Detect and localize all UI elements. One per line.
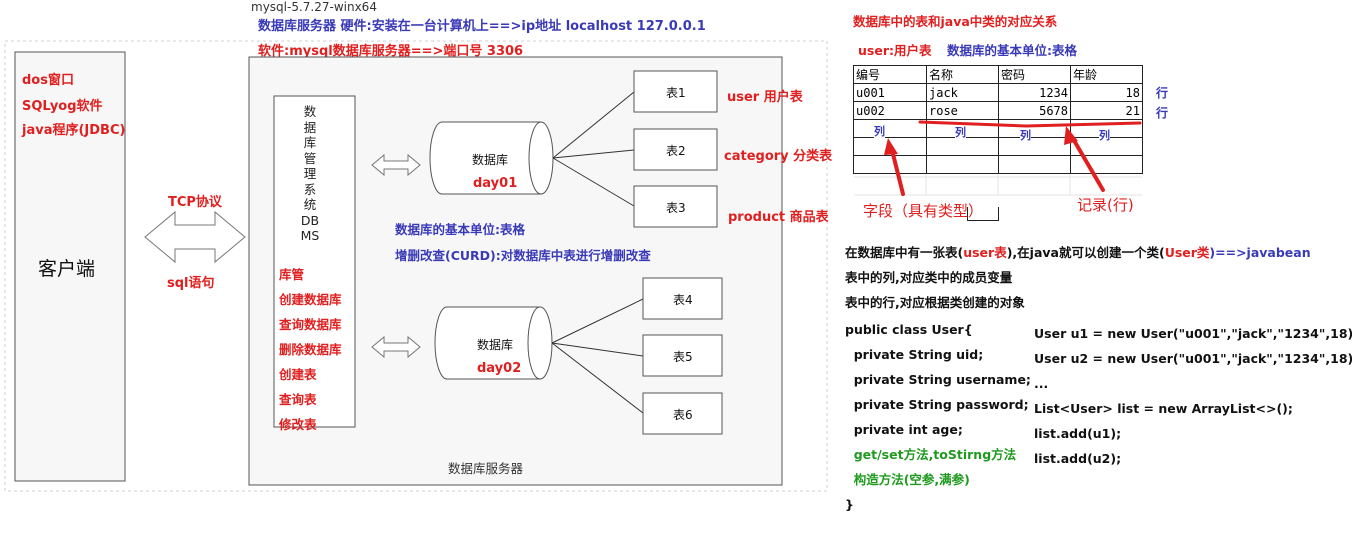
- dbms-char: 据: [303, 119, 317, 135]
- dbms-char: MS: [300, 228, 320, 243]
- text-segment: 在数据库中有一张表(: [845, 245, 964, 260]
- code-line: List<User> list = new ArrayList<>();: [1034, 401, 1293, 416]
- header-cell: 名称: [926, 65, 999, 84]
- dbms-op-query-table: 查询表: [279, 392, 317, 407]
- dbms-char: 统: [303, 197, 317, 212]
- dbms-op-query-db: 查询数据库: [279, 317, 342, 332]
- table-cell: 18: [1070, 83, 1143, 102]
- client-item-dos: dos窗口: [22, 73, 74, 88]
- code-line-constructors: 构造方法(空参,满参): [845, 472, 970, 487]
- table-5-label: 表5: [673, 350, 693, 364]
- table-3-label: 表3: [666, 201, 686, 215]
- header-cell: 年龄: [1070, 65, 1143, 84]
- dbms-op-delete-db: 删除数据库: [279, 342, 342, 357]
- dbms-char: 理: [303, 166, 317, 181]
- code-line: ...: [1034, 376, 1049, 391]
- table-cell: 1234: [998, 83, 1071, 102]
- code-line: private int age;: [845, 422, 963, 437]
- dbms-operations: 库管 创建数据库 查询数据库 删除数据库 创建表 查询表 修改表: [279, 262, 342, 437]
- server-note-curd: 增删改查(CURD):对数据库中表进行增删改查: [395, 248, 651, 263]
- dbms-char: DB: [300, 212, 320, 228]
- dbms-char: 管: [303, 150, 317, 166]
- code-line: list.add(u1);: [1034, 426, 1122, 441]
- code-line: private String password;: [845, 397, 1029, 412]
- tcp-label: TCP协议: [168, 195, 222, 210]
- dbms-op-create-db: 创建数据库: [279, 292, 342, 307]
- row-label-2: 行: [1156, 106, 1169, 120]
- table-row: u001 jack 1234 18: [853, 83, 1143, 102]
- text-segment: ),在java就可以创建一个类(: [1006, 245, 1165, 260]
- client-item-java: java程序(JDBC): [22, 123, 126, 138]
- table-note-product: product 商品表: [728, 210, 829, 225]
- table-cell: jack: [926, 83, 999, 102]
- code-object-block: User u1 = new User("u001","jack","1234",…: [1034, 321, 1352, 471]
- code-line: User u1 = new User("u001","jack","1234",…: [1034, 326, 1352, 341]
- code-class-block: public class User{ private String uid; p…: [845, 317, 1031, 517]
- sql-label: sql语句: [167, 276, 215, 291]
- server-note-unit: 数据库的基本单位:表格: [395, 222, 525, 237]
- table-4-label: 表4: [673, 293, 693, 307]
- code-line: public class User{: [845, 322, 973, 337]
- table-6-label: 表6: [673, 408, 693, 422]
- mapping-line-1: 在数据库中有一张表(user表),在java就可以创建一个类(User类)==>…: [845, 242, 1311, 261]
- database-2-name: day02: [477, 361, 522, 376]
- database-1-name: day01: [473, 176, 518, 191]
- table-1-label: 表1: [666, 86, 686, 100]
- mapping-line-2: 表中的列,对应类中的成员变量: [845, 270, 1013, 285]
- mapping-line-3: 表中的行,对应根据类创建的对象: [845, 295, 1025, 310]
- table-2-label: 表2: [666, 144, 686, 158]
- database-2-label: 数据库: [477, 338, 514, 352]
- row-label-1: 行: [1156, 86, 1169, 100]
- field-label: 字段（具有类型）: [863, 202, 984, 220]
- architecture-diagram: [4, 40, 828, 492]
- dbms-vertical-label: 数 据 库 管 理 系 统 DB MS: [274, 104, 346, 244]
- database-1-label: 数据库: [472, 153, 509, 167]
- tcp-double-arrow: [144, 210, 246, 264]
- header-cell: 密码: [998, 65, 1071, 84]
- table-header-row: 编号 名称 密码 年龄: [853, 65, 1143, 84]
- table-note-category: category 分类表: [724, 149, 833, 164]
- dbms-op-manage: 库管: [279, 262, 323, 287]
- code-line: private String uid;: [845, 347, 984, 362]
- table-cell: u001: [853, 83, 927, 102]
- text-segment: )==>javabean: [1209, 245, 1311, 260]
- client-item-sqlyog: SQLyog软件: [22, 99, 103, 114]
- dbms-op-alter-table: 修改表: [279, 417, 317, 432]
- code-line: list.add(u2);: [1034, 451, 1122, 466]
- dbms-op-create-table: 创建表: [279, 367, 317, 382]
- user-table-label: user:用户表: [858, 43, 932, 58]
- dbms-char: 库: [303, 135, 317, 150]
- code-line: private String username;: [845, 372, 1031, 387]
- code-line: User u2 = new User("u001","jack","1234",…: [1034, 351, 1352, 366]
- table-note-user: user 用户表: [727, 90, 803, 105]
- client-label: 客户端: [38, 258, 96, 280]
- server-label: 数据库服务器: [448, 461, 524, 476]
- dbms-char: 系: [303, 181, 317, 197]
- header-cell: 编号: [853, 65, 927, 84]
- right-title: 数据库中的表和java中类的对应关系: [853, 14, 1058, 29]
- record-label: 记录(行): [1077, 196, 1134, 214]
- text-segment: user表: [963, 245, 1007, 260]
- text-segment: User类: [1164, 245, 1210, 260]
- unit-label: 数据库的基本单位:表格: [947, 43, 1077, 58]
- code-line-end: }: [845, 497, 854, 512]
- dbms-char: 数: [303, 104, 317, 119]
- code-line-methods: get/set方法,toStirng方法: [845, 447, 1017, 462]
